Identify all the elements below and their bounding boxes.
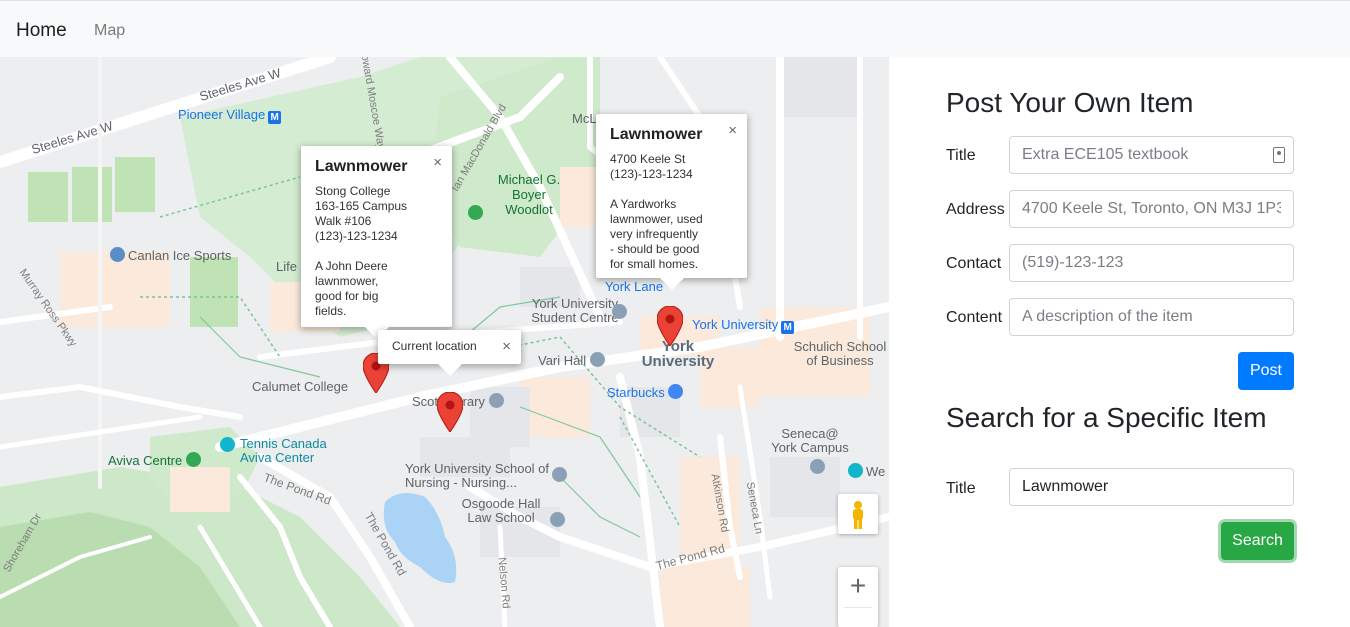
map-label-schulich: Schulich School of Business bbox=[793, 339, 887, 368]
map-label-we: We bbox=[848, 463, 885, 479]
school-icon bbox=[552, 467, 567, 482]
shopping-icon bbox=[668, 384, 684, 399]
stadium-icon bbox=[220, 437, 235, 452]
map-label-canlan: Canlan Ice Sports bbox=[110, 247, 231, 263]
post-title-label: Title bbox=[946, 147, 976, 164]
building-icon bbox=[612, 304, 627, 319]
camera-icon bbox=[848, 463, 863, 478]
infowindow-line: very infrequently bbox=[610, 227, 699, 241]
infowindow-line: for small homes. bbox=[610, 257, 699, 271]
infowindow-line: A John Deere bbox=[315, 259, 388, 273]
street-view-pegman-icon[interactable] bbox=[838, 494, 878, 534]
school-icon bbox=[810, 459, 825, 474]
infowindow-line: fields. bbox=[315, 304, 347, 318]
infowindow-line: Walk #106 bbox=[315, 214, 372, 228]
metro-icon: M bbox=[781, 321, 795, 334]
search-title-label: Title bbox=[946, 480, 976, 497]
post-address-label: Address bbox=[946, 201, 1005, 218]
infowindow-line: lawnmower, used bbox=[610, 212, 703, 226]
infowindow-line: 4700 Keele St bbox=[610, 152, 686, 166]
zoom-in-button[interactable]: + bbox=[838, 567, 878, 607]
nav-home-link[interactable]: Home bbox=[16, 20, 67, 42]
close-icon[interactable]: × bbox=[433, 154, 442, 171]
post-heading: Post Your Own Item bbox=[946, 87, 1194, 118]
infowindow-current-location: Current location × bbox=[378, 330, 521, 376]
map-label-mcl: McL bbox=[572, 111, 597, 126]
contact-card-icon[interactable] bbox=[1273, 147, 1285, 163]
map-label-seneca: Seneca@ York Campus bbox=[771, 426, 849, 455]
infowindow-current-text: Current location bbox=[392, 339, 477, 353]
park-icon bbox=[185, 452, 201, 467]
infowindow-line: A Yardworks bbox=[610, 197, 677, 211]
map-marker-current-location[interactable] bbox=[437, 392, 463, 432]
side-panel: Post Your Own Item Title Address Contact… bbox=[889, 57, 1350, 627]
post-content-input[interactable] bbox=[1009, 298, 1294, 336]
search-heading: Search for a Specific Item bbox=[946, 402, 1267, 433]
map-label-vari-hall: Vari Hall bbox=[538, 352, 608, 368]
navbar: Home Map bbox=[0, 0, 1350, 57]
map-label-york-univ-station: York University M bbox=[692, 317, 795, 334]
post-contact-input[interactable] bbox=[1009, 244, 1294, 282]
map-view[interactable]: Steeles Ave W Steeles Ave W Pioneer Vill… bbox=[0, 57, 889, 627]
park-icon bbox=[468, 205, 483, 220]
infowindow-title: Lawnmower bbox=[610, 126, 703, 143]
map-label-calumet: Calumet College bbox=[252, 379, 349, 394]
post-address-input[interactable] bbox=[1009, 190, 1294, 228]
infowindow-line: (123)-123-1234 bbox=[610, 167, 693, 181]
map-label-life: Life bbox=[276, 259, 297, 274]
infowindow-line: good for big bbox=[315, 289, 379, 303]
close-icon[interactable]: × bbox=[502, 338, 511, 355]
metro-icon: M bbox=[268, 111, 282, 124]
map-label-starbucks: Starbucks bbox=[607, 384, 686, 400]
infowindow-line: (123)-123-1234 bbox=[315, 229, 398, 243]
map-label-york-lane: York Lane bbox=[605, 279, 664, 294]
school-icon bbox=[589, 352, 605, 367]
zoom-control: + bbox=[838, 567, 878, 627]
search-title-input[interactable] bbox=[1009, 468, 1294, 506]
map-label-tennis-canada: Tennis Canada Aviva Center bbox=[240, 436, 327, 465]
post-contact-label: Contact bbox=[946, 255, 1002, 272]
post-button[interactable]: Post bbox=[1238, 352, 1294, 390]
map-label-michael-boyer: Michael G. Boyer Woodlot bbox=[497, 172, 561, 217]
map-label-aviva: Aviva Centre bbox=[108, 452, 204, 468]
nav-map-link[interactable]: Map bbox=[94, 22, 125, 40]
infowindow-line: lawnmower, bbox=[315, 274, 379, 288]
infowindow-line: Stong College bbox=[315, 184, 391, 198]
map-marker-keele[interactable] bbox=[657, 306, 683, 346]
infowindow-title: Lawnmower bbox=[315, 158, 408, 175]
library-icon bbox=[488, 393, 504, 408]
post-content-label: Content bbox=[946, 309, 1003, 326]
close-icon[interactable]: × bbox=[728, 122, 737, 139]
map-label-nursing: York University School of Nursing - Nurs… bbox=[405, 461, 550, 490]
sports-icon bbox=[110, 247, 125, 262]
map-label-pioneer-village: Pioneer Village M bbox=[178, 107, 282, 124]
infowindow-stong: Lawnmower Stong College 163-165 Campus W… bbox=[301, 146, 452, 339]
infowindow-keele: Lawnmower 4700 Keele St (123)-123-1234 A… bbox=[596, 114, 747, 290]
map-label-osgoode: Osgoode Hall Law School bbox=[461, 496, 541, 525]
school-icon bbox=[550, 512, 565, 527]
search-button[interactable]: Search bbox=[1221, 522, 1294, 560]
infowindow-line: - should be good bbox=[610, 242, 700, 256]
post-title-input[interactable] bbox=[1009, 136, 1294, 174]
infowindow-line: 163-165 Campus bbox=[315, 199, 408, 213]
